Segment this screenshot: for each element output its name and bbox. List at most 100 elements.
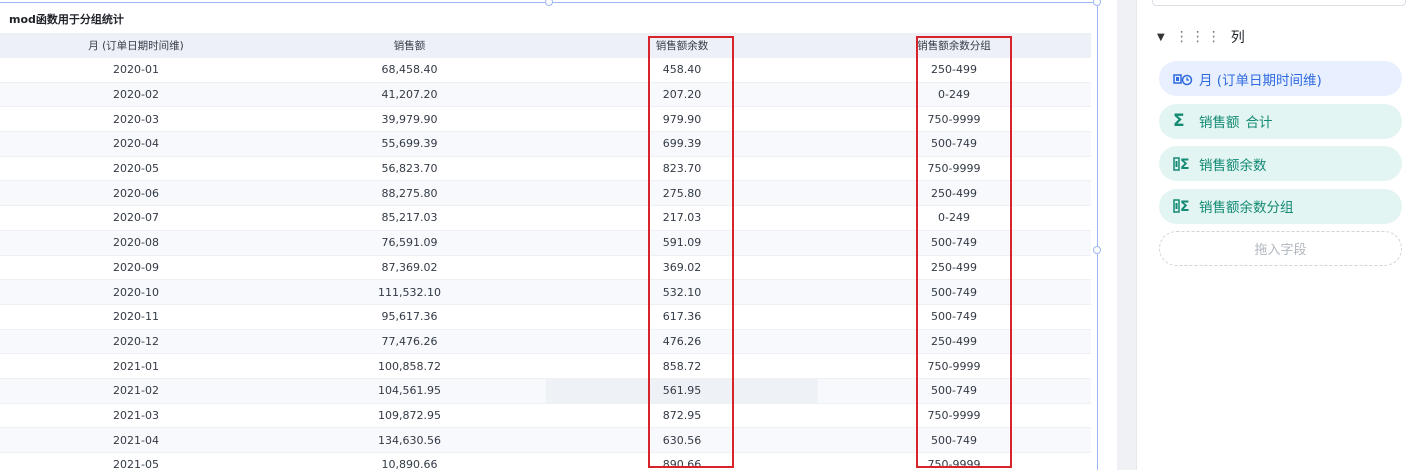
field-pill-label: 销售额余数分组 (1199, 200, 1294, 216)
month-cell: 2021-02 (113, 384, 159, 398)
sales-cell: 88,275.80 (381, 186, 438, 200)
sales-remainder-cell: 630.56 (662, 433, 702, 447)
remainder-group-cell: 500-749 (931, 236, 977, 250)
field-pill[interactable]: Σ 销售额余数 (1159, 146, 1402, 181)
panel-top-input[interactable] (1152, 0, 1406, 6)
drop-field-placeholder: 拖入字段 (1254, 243, 1307, 258)
resize-handle-top[interactable] (545, 0, 553, 6)
sales-cell: 55,699.39 (381, 137, 438, 151)
table-row[interactable]: 2021-05 10,890.66 890.66 750-9999 (0, 453, 1091, 470)
table-widget[interactable]: mod函数用于分组统计 月 (订单日期时间维) 销售额 销售额余数 销售额余数分… (0, 0, 1101, 470)
month-cell: 2020-06 (113, 186, 159, 200)
table-row[interactable]: 2020-12 77,476.26 476.26 250-499 (0, 329, 1091, 355)
table-row[interactable]: 2020-07 85,217.03 217.03 0-249 (0, 206, 1091, 231)
remainder-group-cell: 250-499 (931, 186, 977, 200)
table-row[interactable]: 2020-03 39,979.90 979.90 750-9999 (0, 107, 1091, 133)
table-row[interactable]: 2020-11 95,617.36 617.36 500-749 (0, 305, 1091, 330)
month-cell: 2020-11 (113, 310, 159, 324)
sales-cell: 134,630.56 (378, 433, 441, 447)
month-cell: 2020-04 (113, 137, 159, 151)
remainder-group-cell: 500-749 (931, 310, 977, 324)
month-cell: 2020-12 (113, 334, 159, 348)
sales-remainder-cell: 823.70 (662, 162, 702, 176)
sales-remainder-cell: 275.80 (662, 186, 702, 200)
table-row[interactable]: 2020-01 68,458.40 458.40 250-499 (0, 58, 1091, 83)
remainder-group-cell: 750-9999 (927, 408, 981, 422)
sales-cell: 87,369.02 (381, 260, 438, 274)
calculated-measure-icon: Σ (1173, 156, 1195, 172)
table-row[interactable]: 2021-03 109,872.95 872.95 750-9999 (0, 404, 1091, 429)
sales-cell: 56,823.70 (381, 162, 438, 176)
sales-cell: 100,858.72 (378, 359, 441, 373)
sales-remainder-cell: 561.95 (546, 378, 818, 403)
table-row[interactable]: 2021-04 134,630.56 630.56 500-749 (0, 428, 1091, 453)
month-cell: 2021-05 (113, 458, 159, 470)
table-row[interactable]: 2020-08 76,591.09 591.09 500-749 (0, 230, 1091, 256)
month-cell: 2021-01 (113, 359, 159, 373)
remainder-group-cell: 250-499 (931, 63, 977, 77)
sales-remainder-cell: 872.95 (662, 408, 702, 422)
remainder-group-cell: 750-9999 (927, 359, 981, 373)
drop-field-zone[interactable]: 拖入字段 (1159, 231, 1402, 266)
month-cell: 2020-02 (113, 88, 159, 102)
widget-title: mod函数用于分组统计 (9, 13, 124, 26)
columns-section-header[interactable]: ▼ ⋮⋮⋮ 列 (1157, 27, 1245, 47)
table-row[interactable]: 2021-02 104,561.95 561.95 500-749 (0, 378, 1091, 404)
sales-cell: 10,890.66 (381, 458, 438, 470)
remainder-group-cell: 250-499 (931, 334, 977, 348)
sales-remainder-cell: 890.66 (662, 458, 702, 470)
column-header-remainder-group[interactable]: 销售额余数分组 (818, 33, 1090, 58)
sales-remainder-cell: 858.72 (662, 359, 702, 373)
column-header-sales[interactable]: 销售额 (273, 33, 546, 58)
month-cell: 2020-03 (113, 112, 159, 126)
sales-cell: 111,532.10 (378, 285, 441, 299)
sales-remainder-cell: 207.20 (662, 88, 702, 102)
sales-remainder-cell: 458.40 (662, 63, 702, 77)
remainder-group-cell: 250-499 (931, 260, 977, 274)
field-pill[interactable]: Σ 销售额 合计 (1159, 103, 1402, 139)
columns-section-label: 列 (1230, 30, 1245, 46)
table-row[interactable]: 2020-05 56,823.70 823.70 750-9999 (0, 157, 1091, 182)
sales-remainder-cell: 476.26 (662, 334, 702, 348)
svg-text:Σ: Σ (1180, 157, 1190, 172)
resize-handle-top-right[interactable] (1093, 0, 1101, 6)
table-row[interactable]: 2020-09 87,369.02 369.02 250-499 (0, 256, 1091, 281)
sales-remainder-cell: 532.10 (662, 285, 702, 299)
field-pill-label: 销售额余数 (1199, 157, 1267, 174)
remainder-group-cell: 0-249 (938, 211, 970, 225)
table-row[interactable]: 2020-02 41,207.20 207.20 0-249 (0, 82, 1091, 108)
sales-remainder-cell: 217.03 (662, 211, 702, 225)
sales-remainder-cell: 979.90 (662, 112, 702, 126)
field-pill-aggregation: 合计 (1245, 115, 1273, 131)
date-dimension-icon (1173, 72, 1195, 86)
svg-text:Σ: Σ (1180, 199, 1190, 214)
table-body: 2020-01 68,458.40 458.40 250-499 2020-02 41,2… (0, 58, 1091, 470)
field-pill[interactable]: 月 (订单日期时间维) (1159, 61, 1402, 96)
table-row[interactable]: 2021-01 100,858.72 858.72 750-9999 (0, 354, 1091, 379)
table-row[interactable]: 2020-04 55,699.39 699.39 500-749 (0, 132, 1091, 157)
column-header-month[interactable]: 月 (订单日期时间维) (0, 33, 273, 58)
sales-cell: 76,591.09 (381, 236, 438, 250)
remainder-group-cell: 500-749 (931, 137, 977, 151)
month-cell: 2020-10 (113, 285, 159, 299)
field-pill[interactable]: Σ 销售额余数分组 (1159, 188, 1402, 224)
sales-cell: 109,872.95 (378, 408, 441, 422)
sales-cell: 104,561.95 (378, 384, 441, 398)
month-cell: 2020-01 (113, 63, 159, 77)
resize-handle-right[interactable] (1093, 246, 1101, 254)
sales-remainder-cell: 699.39 (662, 137, 702, 151)
data-table: 月 (订单日期时间维) 销售额 销售额余数 销售额余数分组 2020-01 68,… (0, 33, 1091, 470)
table-row[interactable]: 2020-10 111,532.10 532.10 500-749 (0, 280, 1091, 305)
table-row[interactable]: 2020-06 88,275.80 275.80 250-499 (0, 181, 1091, 207)
panel-splitter[interactable] (1117, 0, 1137, 470)
month-cell: 2021-03 (113, 408, 159, 422)
remainder-group-cell: 750-9999 (927, 458, 981, 470)
column-header-sales-remainder[interactable]: 销售额余数 (546, 33, 818, 58)
calculated-measure-icon: Σ (1173, 198, 1195, 214)
columns-icon: ⋮⋮⋮ (1174, 29, 1223, 45)
remainder-group-cell: 750-9999 (927, 112, 981, 126)
month-cell: 2020-05 (113, 162, 159, 176)
sum-icon: Σ (1173, 111, 1185, 131)
chevron-down-icon[interactable]: ▼ (1157, 32, 1165, 43)
sales-remainder-cell: 617.36 (662, 310, 702, 324)
